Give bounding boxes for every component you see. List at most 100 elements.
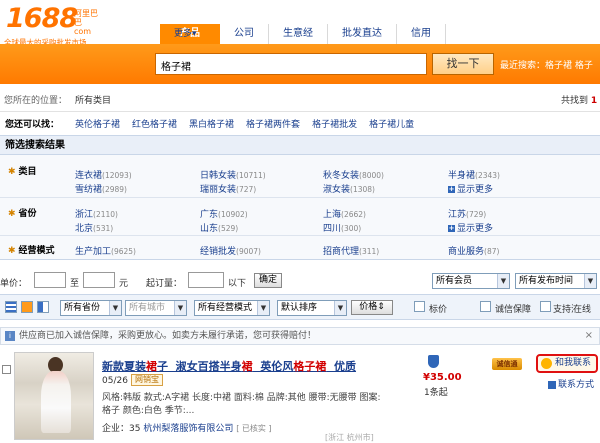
company-label: 企业：35 xyxy=(102,424,141,434)
chevron-down-icon: ▼ xyxy=(257,301,269,315)
related-searches-list: 英伦格子裙 红色格子裙 黑白格子裙 格子裙两件套 格子裙批发 格子裙儿童 xyxy=(75,116,426,134)
product-moq: 1条起 xyxy=(424,388,448,398)
filter-province-item[interactable]: 广东(10902) xyxy=(200,207,248,220)
product-price: ¥35.00 xyxy=(423,372,462,383)
product-company: 企业：35 杭州梨落服饰有限公司 [ 已核实 ] xyxy=(102,421,272,434)
filter-label-mode: ✱ 经营模式 xyxy=(8,246,55,256)
tab-3[interactable]: 批发直达 xyxy=(328,24,397,44)
contact-card-icon xyxy=(548,380,556,389)
trustpass-badge[interactable]: 诚信通 xyxy=(492,358,522,370)
related-search-link[interactable]: 英伦格子裙 xyxy=(75,116,120,134)
product-location: [浙江 杭州市] xyxy=(325,433,374,442)
filter-province-item[interactable]: 北京(531) xyxy=(75,221,113,234)
show-more-link[interactable]: + 显示更多 xyxy=(448,182,493,195)
tab-5[interactable]: 更多▾ xyxy=(160,24,211,44)
checkbox-mixed[interactable] xyxy=(540,301,551,312)
city-select[interactable]: 所有城市 ▼ xyxy=(125,300,187,316)
chevron-down-icon: ▼ xyxy=(174,301,186,315)
close-icon[interactable]: × xyxy=(585,328,593,344)
product-title-link[interactable]: 新款夏装裙子 淑女百搭半身裙 英伦风格子裙 优质 xyxy=(102,358,356,374)
filter-mode-item[interactable]: 经销批发(9007) xyxy=(200,244,261,257)
tab-2[interactable]: 生意经 xyxy=(269,24,328,44)
search-button[interactable]: 找一下 xyxy=(432,53,494,75)
divider xyxy=(0,235,600,236)
chevron-down-icon: ▼ xyxy=(497,274,509,288)
price-label: 单价： xyxy=(0,279,28,289)
checkbox-trust[interactable] xyxy=(480,301,491,312)
result-count: 共找到 1 xyxy=(561,96,598,106)
filter-province-item[interactable]: 山东(529) xyxy=(200,221,238,234)
trust-notice: i 供应商已加入诚信保障，采购更放心。如卖方未履行承诺，您可获得赔付！ × xyxy=(0,327,600,345)
related-search-link[interactable]: 格子裙两件套 xyxy=(246,116,300,134)
promo-badge[interactable]: 网销宝 xyxy=(131,374,163,386)
checkbox-price[interactable] xyxy=(414,301,425,312)
big-view-icon[interactable] xyxy=(37,301,49,313)
filter-category-item[interactable]: 连衣裙(12093) xyxy=(75,168,132,181)
smiley-icon xyxy=(541,358,552,369)
filter-category-item[interactable]: 日韩女装(10711) xyxy=(200,168,266,181)
related-search-link[interactable]: 红色格子裙 xyxy=(132,116,177,134)
filter-category-item[interactable]: 秋冬女装(8000) xyxy=(323,168,384,181)
verified-label: [ 已核实 ] xyxy=(236,424,272,433)
filter-label-province: ✱ 省份 xyxy=(8,209,37,219)
tab-1[interactable]: 公司 xyxy=(220,24,269,44)
info-icon: i xyxy=(5,331,15,341)
province-select[interactable]: 所有省份 ▼ xyxy=(60,300,122,316)
filter-label-category: ✱ 类目 xyxy=(8,167,37,177)
product-select-checkbox[interactable] xyxy=(2,365,11,374)
show-more-link[interactable]: + 显示更多 xyxy=(448,221,493,234)
chevron-down-icon: ▼ xyxy=(334,301,346,315)
filter-panel: 筛选搜索结果 ✱ 类目 ✱ 省份 ✱ 经营模式 连衣裙(12093) 日韩女装(1071… xyxy=(0,135,600,260)
list-view-icon[interactable] xyxy=(5,301,17,313)
member-select[interactable]: 所有会员 ▼ xyxy=(432,273,510,289)
contact-me-button[interactable]: 和我联系 xyxy=(536,354,598,373)
search-input[interactable]: 格子裙 xyxy=(155,53,427,75)
model-dress xyxy=(41,371,71,433)
site-logo[interactable]: 1688 阿里巴巴 com 全球最大的采购批发市场 xyxy=(4,3,104,47)
contact-method-link[interactable]: 联系方式 xyxy=(548,377,594,390)
divider xyxy=(0,111,600,112)
product-image[interactable] xyxy=(14,352,94,440)
moq-label: 起订量： xyxy=(146,279,183,289)
checkbox-trust-label: 诚信保障 xyxy=(495,305,532,315)
related-search-link[interactable]: 黑白格子裙 xyxy=(189,116,234,134)
related-searches: 您还可以找： 英伦格子裙 红色格子裙 黑白格子裙 格子裙两件套 格子裙批发 格子裙儿童 xyxy=(0,116,600,134)
plus-icon: + xyxy=(448,185,455,193)
business-mode-select[interactable]: 所有经营模式 ▼ xyxy=(194,300,270,316)
filter-category-item[interactable]: 淑女装(1308) xyxy=(323,182,375,195)
chevron-down-icon: ▼ xyxy=(109,301,121,315)
filter-province-item[interactable]: 江苏(729) xyxy=(448,207,486,220)
breadcrumb: 您所在的位置： 所有类目 共找到 1 xyxy=(0,92,600,110)
filter-province-item[interactable]: 上海(2662) xyxy=(323,207,366,220)
price-to-label: 至 xyxy=(70,279,80,289)
company-link[interactable]: 杭州梨落服饰有限公司 xyxy=(143,424,233,434)
filter-category-item[interactable]: 雪纺裙(2989) xyxy=(75,182,127,195)
plus-icon: + xyxy=(448,224,455,232)
filter-province-item[interactable]: 四川(300) xyxy=(323,221,361,234)
filter-category-item[interactable]: 瑞丽女装(727) xyxy=(200,182,256,195)
contact-me-label: 和我联系 xyxy=(555,358,592,368)
price-min-input[interactable] xyxy=(34,272,66,288)
moq-below-label: 以下 xyxy=(228,279,247,289)
price-sort-button[interactable]: 价格⇕ xyxy=(351,300,393,315)
shield-icon xyxy=(428,355,439,368)
price-max-input[interactable] xyxy=(83,272,115,288)
time-select[interactable]: 所有发布时间 ▼ xyxy=(515,273,597,289)
filter-province-item[interactable]: 浙江(2110) xyxy=(75,207,118,220)
sort-select[interactable]: 默认排序 ▼ xyxy=(277,300,347,316)
filter-mode-item[interactable]: 招商代理(311) xyxy=(323,244,379,257)
confirm-button[interactable]: 确定 xyxy=(254,273,282,288)
recent-searches[interactable]: 最近搜索：格子裙 格子 xyxy=(500,58,593,71)
moq-input[interactable] xyxy=(188,272,224,288)
grid-view-icon[interactable] xyxy=(21,301,33,313)
product-date: 05/26 xyxy=(102,376,128,386)
tab-4[interactable]: 信用 xyxy=(397,24,446,44)
filter-category-item[interactable]: 半身裙(2343) xyxy=(448,168,500,181)
related-search-link[interactable]: 格子裙批发 xyxy=(312,116,357,134)
related-searches-label: 您还可以找： xyxy=(5,120,60,130)
filter-mode-item[interactable]: 商业服务(87) xyxy=(448,244,499,257)
filter-mode-item[interactable]: 生产加工(9625) xyxy=(75,244,136,257)
related-search-link[interactable]: 格子裙儿童 xyxy=(369,116,414,134)
breadcrumb-category-link[interactable]: 所有类目 xyxy=(75,92,111,110)
logo-cn: 阿里巴巴 com xyxy=(74,9,98,36)
